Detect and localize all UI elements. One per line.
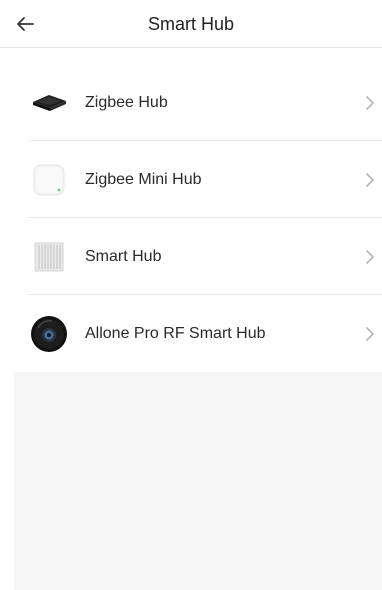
screen: Smart Hub Zigbee Hub Zigbee Mini Hub Sma… [0, 0, 382, 590]
device-item-smart-hub[interactable]: Smart Hub [14, 218, 382, 295]
arrow-left-icon [17, 17, 34, 31]
smart-hub-icon [28, 236, 70, 278]
device-panel: Zigbee Hub Zigbee Mini Hub Smart Hub All… [14, 64, 382, 590]
chevron-right-icon [366, 249, 374, 264]
device-item-zigbee-hub[interactable]: Zigbee Hub [14, 64, 382, 141]
chevron-right-icon [366, 172, 374, 187]
zigbee-mini-hub-icon [28, 159, 70, 201]
top-bar: Smart Hub [0, 0, 382, 48]
zigbee-hub-icon [28, 82, 70, 124]
device-label: Allone Pro RF Smart Hub [85, 324, 266, 342]
device-label: Zigbee Mini Hub [85, 170, 202, 188]
chevron-right-icon [366, 326, 374, 341]
device-label: Smart Hub [85, 247, 162, 265]
allone-pro-hub-icon [28, 313, 70, 355]
back-button[interactable] [16, 8, 56, 40]
page-title: Smart Hub [147, 14, 235, 34]
chevron-right-icon [366, 95, 374, 110]
device-list: Zigbee Hub Zigbee Mini Hub Smart Hub All… [14, 64, 382, 372]
device-item-allone-pro-rf-smart-hub[interactable]: Allone Pro RF Smart Hub [14, 295, 382, 372]
device-item-zigbee-mini-hub[interactable]: Zigbee Mini Hub [14, 141, 382, 218]
device-label: Zigbee Hub [85, 93, 168, 111]
